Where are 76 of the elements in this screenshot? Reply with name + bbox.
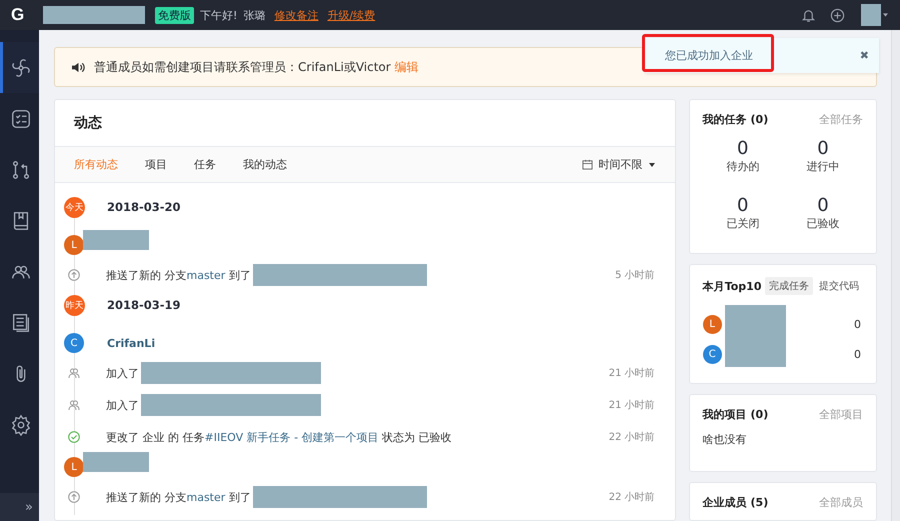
redacted-block — [83, 230, 149, 250]
expand-button[interactable]: » — [0, 493, 39, 521]
stat-label: 进行中 — [806, 159, 840, 174]
card-title: 我的项目 (0) — [702, 407, 768, 422]
upload-icon — [68, 491, 80, 503]
header-link[interactable]: 升级/续费 — [327, 8, 376, 22]
stat-value: 0 — [817, 196, 829, 216]
activity-text: 推送了新的 分支master 到了 — [106, 490, 251, 504]
people-icon — [68, 367, 80, 379]
ranking-tab[interactable]: 提交代码 — [815, 277, 863, 295]
filter-tab[interactable]: 项目 — [145, 157, 167, 172]
check-icon — [68, 431, 80, 443]
stat-label: 待办的 — [726, 159, 760, 174]
timestamp: 22 小时前 — [608, 490, 655, 504]
caret-icon[interactable] — [883, 13, 888, 17]
redacted-block — [861, 4, 881, 26]
stat-value: 0 — [817, 139, 829, 159]
speaker-icon — [71, 60, 86, 74]
bell-icon[interactable] — [801, 8, 816, 22]
date-heading: 2018-03-20 — [107, 200, 181, 214]
add-icon[interactable] — [830, 8, 845, 22]
timestamp: 5 小时前 — [615, 268, 655, 282]
stat-label: 已验收 — [806, 216, 840, 231]
day-badge: 今天 — [64, 196, 85, 218]
stat-value: 0 — [737, 139, 748, 159]
stat-label: 已关闭 — [726, 216, 760, 231]
close-button[interactable]: ✖ — [860, 49, 869, 62]
toast-message: 您已成功加入企业 — [665, 48, 754, 63]
sidebar-item[interactable] — [0, 42, 39, 93]
ranking-tab[interactable]: 完成任务 — [765, 277, 813, 295]
timestamp: 22 小时前 — [608, 430, 655, 444]
header-link[interactable]: 修改备注 — [274, 8, 318, 22]
activity-link[interactable]: #IIEOV 新手任务 - 创建第一个项目 — [204, 430, 379, 444]
day-badge: 昨天 — [64, 294, 85, 316]
activity-link[interactable]: master — [186, 490, 226, 504]
avatar: C — [702, 344, 722, 364]
timestamp: 21 小时前 — [608, 366, 655, 380]
greeting-text: 下午好! — [200, 8, 238, 22]
settings-icon — [10, 414, 32, 436]
user-name: 张璐 — [243, 8, 266, 22]
filter-tab[interactable]: 我的动态 — [243, 157, 287, 172]
timestamp: 21 小时前 — [608, 398, 655, 412]
avatar: L — [64, 235, 84, 255]
document-icon — [10, 312, 32, 334]
avatar: C — [64, 333, 84, 353]
count: 0 — [854, 318, 861, 330]
date-heading: 2018-03-19 — [107, 298, 181, 312]
card-title: 本月Top10 — [702, 278, 762, 294]
avatar: L — [64, 457, 84, 477]
time-filter-dropdown[interactable]: 时间不限 — [598, 157, 643, 172]
redacted-block — [83, 452, 149, 472]
filter-tab[interactable]: 任务 — [194, 157, 216, 172]
redacted-block — [724, 305, 786, 367]
people-icon — [68, 399, 80, 411]
checklist-icon — [10, 108, 32, 130]
activity-text: 加入了 — [106, 398, 139, 412]
branch-icon — [10, 158, 32, 180]
count: 0 — [854, 348, 861, 360]
logo[interactable]: G — [11, 5, 29, 25]
plan-badge: 免费版 — [155, 6, 194, 24]
scrollbar[interactable] — [891, 30, 900, 521]
user-link[interactable]: CrifanLi — [107, 336, 156, 350]
fan-icon — [10, 56, 32, 78]
activity-link[interactable]: master — [186, 268, 226, 282]
activity-text: 更改了 企业 的 任务#IIEOV 新手任务 - 创建第一个项目 状态为 已验收 — [106, 430, 452, 444]
notice-text: 普通成员如需创建项目请联系管理员：CrifanLi或Victor — [94, 58, 391, 76]
empty-text: 啥也没有 — [702, 432, 748, 448]
card-title: 我的任务 (0) — [702, 112, 768, 127]
activity-text: 推送了新的 分支master 到了 — [106, 268, 251, 282]
card-title: 企业成员 (5) — [702, 495, 768, 510]
caret-icon[interactable] — [648, 162, 655, 166]
upload-icon — [68, 269, 80, 281]
stat-value: 0 — [737, 196, 748, 216]
activity-text: 加入了 — [106, 366, 139, 380]
calendar-icon — [582, 159, 593, 170]
avatar: L — [702, 314, 722, 334]
